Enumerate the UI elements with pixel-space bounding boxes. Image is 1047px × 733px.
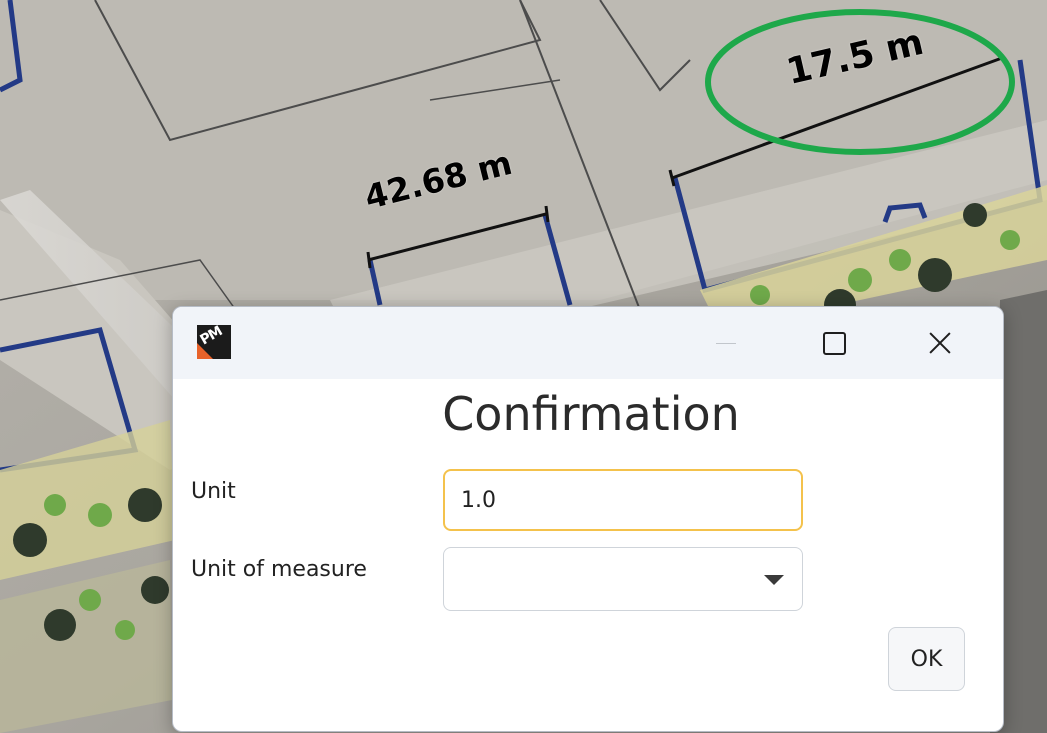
unit-of-measure-dropdown[interactable] bbox=[443, 547, 803, 611]
confirmation-dialog: PM Confirmation Unit Unit of measure OK bbox=[172, 306, 1004, 732]
close-button[interactable] bbox=[895, 307, 985, 379]
unit-input[interactable] bbox=[443, 469, 803, 531]
dropdown-arrow-icon bbox=[764, 575, 784, 585]
close-icon bbox=[928, 331, 952, 355]
ok-button[interactable]: OK bbox=[888, 627, 965, 691]
minimize-button[interactable] bbox=[681, 307, 771, 379]
title-bar[interactable]: PM bbox=[173, 307, 1003, 379]
unit-of-measure-label: Unit of measure bbox=[191, 557, 367, 582]
dialog-title: Confirmation bbox=[442, 387, 740, 441]
minimize-icon bbox=[716, 342, 736, 344]
unit-label: Unit bbox=[191, 479, 236, 504]
pm-logo-icon: PM bbox=[197, 325, 231, 359]
maximize-button[interactable] bbox=[789, 307, 879, 379]
maximize-icon bbox=[822, 331, 846, 355]
